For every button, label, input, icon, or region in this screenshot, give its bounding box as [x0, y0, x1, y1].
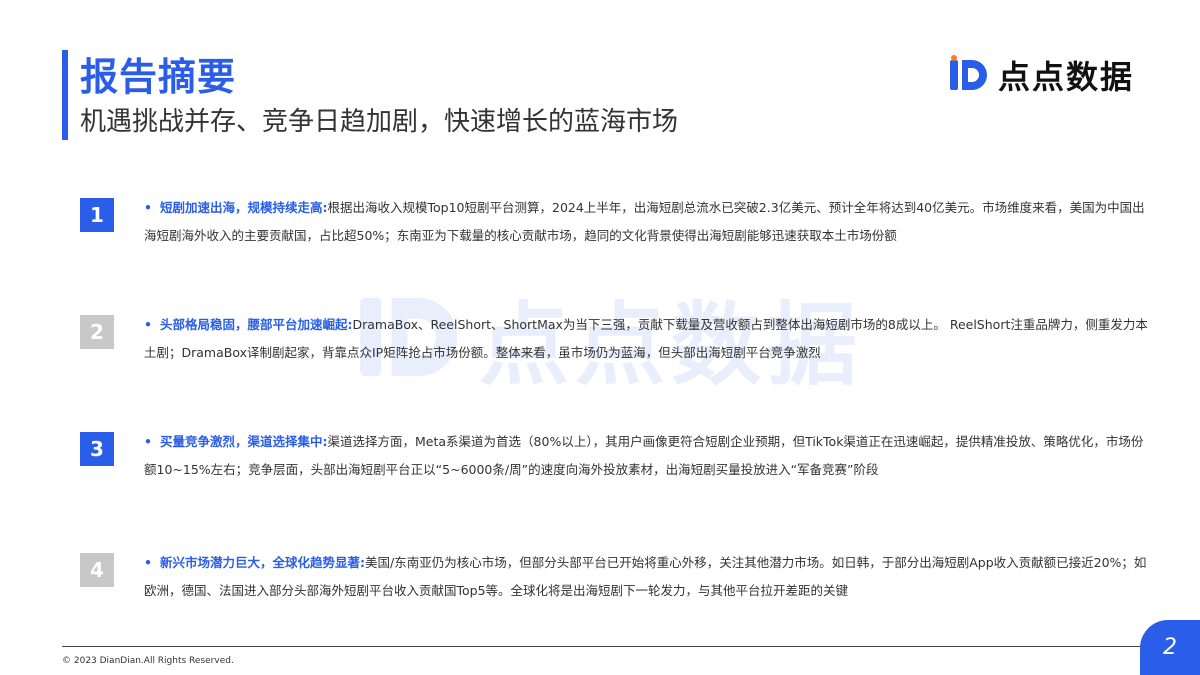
- item-text: • 新兴市场潜力巨大，全球化趋势显著:美国/东南亚仍为核心市场，但部分头部平台已开…: [144, 549, 1154, 605]
- bullet-icon: •: [144, 200, 152, 215]
- page-number: 2: [1140, 620, 1200, 675]
- item-lead: 买量竞争激烈，渠道选择集中:: [160, 434, 328, 449]
- brand-logo: 点点数据: [948, 52, 1134, 98]
- item-number-badge: 3: [80, 432, 114, 466]
- footer-divider: [62, 646, 1142, 647]
- bullet-icon: •: [144, 434, 152, 449]
- item-number-badge: 4: [80, 553, 114, 587]
- page-title: 报告摘要: [80, 55, 237, 99]
- item-lead: 头部格局稳固，腰部平台加速崛起:: [160, 317, 353, 332]
- bullet-icon: •: [144, 317, 152, 332]
- item-lead: 短剧加速出海，规模持续走高:: [160, 200, 328, 215]
- item-number-badge: 1: [80, 198, 114, 232]
- item-text: • 头部格局稳固，腰部平台加速崛起:DramaBox、ReelShort、Shor…: [144, 311, 1154, 367]
- page-subtitle: 机遇挑战并存、竞争日趋加剧，快速增长的蓝海市场: [80, 107, 679, 137]
- logo-text: 点点数据: [998, 58, 1135, 96]
- copyright-text: © 2023 DianDian.All Rights Reserved.: [62, 656, 234, 666]
- item-text: • 短剧加速出海，规模持续走高:根据出海收入规模Top10短剧平台测算，2024上…: [144, 194, 1154, 250]
- item-text: • 买量竞争激烈，渠道选择集中:渠道选择方面，Meta系渠道为首选（80%以上），…: [144, 428, 1154, 484]
- item-number-badge: 2: [80, 315, 114, 349]
- title-accent-bar: [62, 50, 68, 140]
- diandian-logo-icon: [950, 55, 987, 90]
- item-lead: 新兴市场潜力巨大，全球化趋势显著:: [160, 555, 365, 570]
- bullet-icon: •: [144, 555, 152, 570]
